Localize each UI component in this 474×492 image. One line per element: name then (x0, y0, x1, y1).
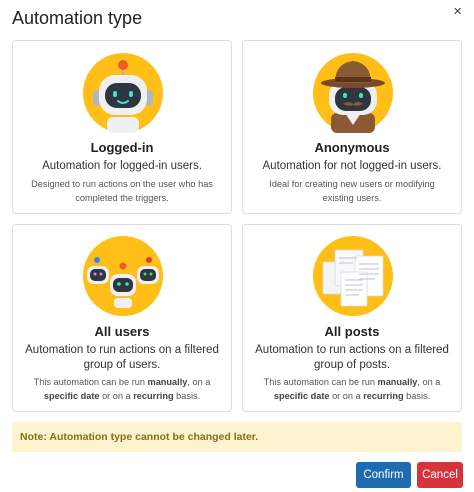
desc-text: basis. (173, 391, 201, 401)
close-button[interactable]: × (453, 4, 462, 20)
cancel-button[interactable]: Cancel (417, 462, 463, 488)
desc-bold: manually (377, 377, 418, 387)
desc-bold: recurring (133, 391, 174, 401)
card-logged-in[interactable]: Logged-in Automation for logged-in users… (12, 40, 232, 214)
spy-robot-icon (313, 53, 393, 133)
desc-bold: recurring (363, 391, 404, 401)
card-subtitle: Automation for logged-in users. (42, 160, 202, 172)
desc-text: , on a (417, 377, 441, 387)
desc-text: , on a (187, 377, 211, 387)
robot-icon (83, 53, 163, 133)
desc-bold: manually (147, 377, 188, 387)
desc-text: This automation can be run (33, 377, 148, 387)
close-icon[interactable]: × (453, 3, 462, 20)
card-subtitle: Automation for not logged-in users. (262, 160, 442, 172)
desc-bold: specific date (273, 391, 330, 401)
desc-text: basis. (403, 391, 431, 401)
card-anonymous[interactable]: Anonymous Automation for not logged-in u… (242, 40, 462, 214)
card-title: Logged-in (90, 140, 154, 155)
card-subtitle: Automation to run actions on a filtered … (21, 343, 223, 373)
card-description: This automation can be run manually, on … (253, 375, 451, 403)
card-title: Anonymous (314, 140, 390, 155)
warning-note: Note: Automation type cannot be changed … (12, 422, 462, 452)
card-description: Ideal for creating new users or modifyin… (269, 179, 435, 203)
card-all-users[interactable]: All users Automation to run actions on a… (12, 224, 232, 412)
card-subtitle-text: Automation to run actions on a filtered … (25, 344, 219, 371)
card-subtitle-text: Automation to run actions on a filtered … (255, 344, 449, 371)
modal-title: Automation type (12, 8, 143, 28)
desc-text: or on a (99, 391, 134, 401)
confirm-button[interactable]: Confirm (356, 462, 411, 488)
card-all-posts[interactable]: All posts Automation to run actions on a… (242, 224, 462, 412)
desc-text: or on a (329, 391, 364, 401)
documents-icon (313, 236, 393, 316)
card-description: Designed to run actions on the user who … (31, 179, 213, 203)
desc-bold: specific date (43, 391, 100, 401)
card-title: All users (94, 324, 150, 339)
robot-group-icon (83, 236, 163, 316)
desc-text: This automation can be run (263, 377, 378, 387)
card-subtitle: Automation to run actions on a filtered … (251, 343, 453, 373)
card-title: All posts (324, 324, 380, 339)
card-description: This automation can be run manually, on … (23, 375, 221, 403)
